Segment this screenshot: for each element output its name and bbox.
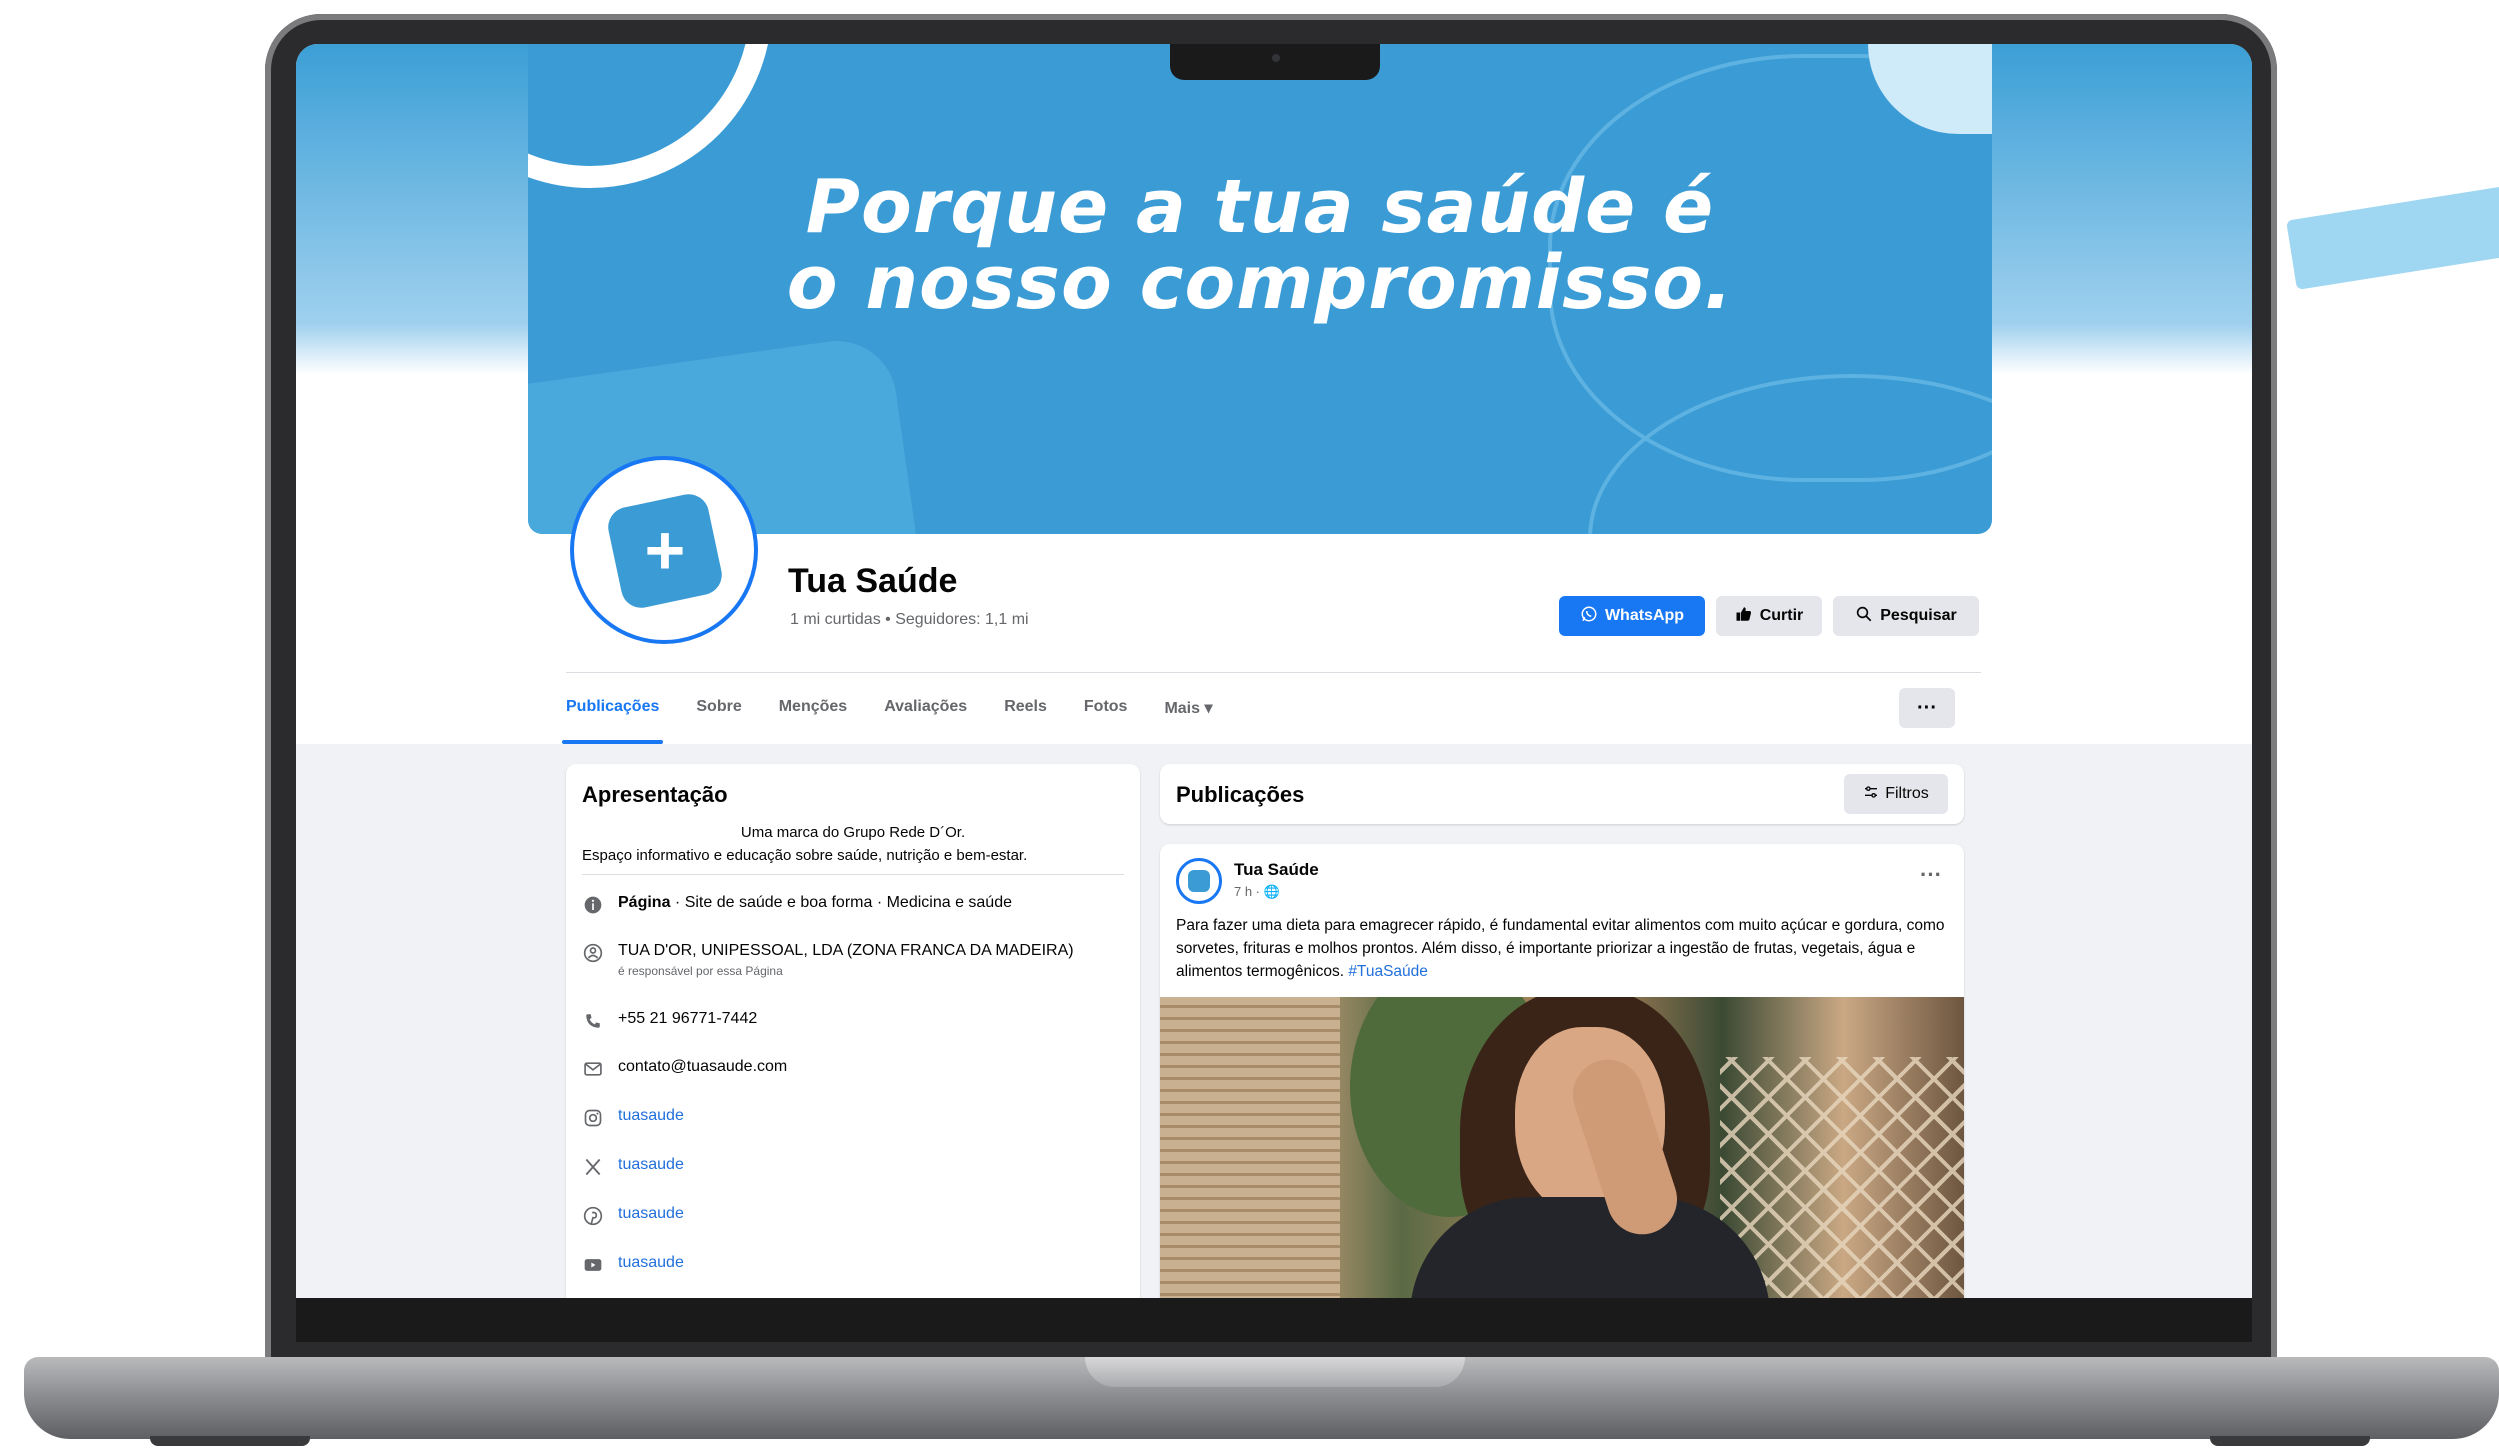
responsible-person-icon bbox=[582, 942, 604, 964]
whatsapp-button-label: WhatsApp bbox=[1604, 607, 1685, 624]
cover-headline-line1: Porque a tua saúde é bbox=[805, 164, 1715, 250]
post-hashtag-link[interactable]: #TuaSaúde bbox=[1348, 963, 1428, 980]
info-phone: +55 21 96771-7442 bbox=[618, 1010, 758, 1027]
post-photo[interactable] bbox=[1160, 997, 1964, 1298]
intro-divider bbox=[582, 874, 1124, 875]
filters-button[interactable]: Filtros bbox=[1844, 774, 1948, 814]
post-author-avatar[interactable] bbox=[1176, 858, 1222, 904]
camera-icon bbox=[1272, 54, 1280, 62]
post-text: Para fazer uma dieta para emagrecer rápi… bbox=[1176, 914, 1948, 983]
whatsapp-button[interactable]: WhatsApp bbox=[1559, 596, 1705, 636]
screen-bottom-bezel bbox=[296, 1298, 2252, 1342]
cover-headline-line2: o nosso compromisso. bbox=[786, 240, 1734, 326]
pinterest-icon bbox=[582, 1205, 604, 1227]
intro-card: Apresentação Uma marca do Grupo Rede D´O… bbox=[566, 764, 1140, 1298]
post-options-button[interactable]: ··· bbox=[1920, 862, 1942, 888]
more-options-button[interactable]: ··· bbox=[1899, 688, 1955, 728]
info-pinterest-link: tuasaude bbox=[618, 1205, 684, 1222]
info-row-email[interactable]: contato@tuasaude.com bbox=[582, 1058, 787, 1080]
filters-button-label: Filtros bbox=[1885, 785, 1929, 802]
info-icon bbox=[582, 894, 604, 916]
email-icon bbox=[582, 1058, 604, 1080]
info-row-pinterest[interactable]: tuasaude bbox=[582, 1205, 684, 1227]
info-row-phone[interactable]: +55 21 96771-7442 bbox=[582, 1010, 757, 1032]
info-company: TUA D'OR, UNIPESSOAL, LDA (ZONA FRANCA D… bbox=[618, 942, 1074, 959]
info-x-link: tuasaude bbox=[618, 1156, 684, 1173]
camera-notch bbox=[1170, 44, 1380, 80]
post-card: Tua Saúde 7 h · 🌐 ··· Para fazer uma die… bbox=[1160, 844, 1964, 1298]
info-company-sub: é responsável por essa Página bbox=[618, 964, 783, 978]
tab-avaliacoes[interactable]: Avaliações bbox=[884, 694, 967, 740]
info-youtube-link: tuasaude bbox=[618, 1254, 684, 1271]
phone-icon bbox=[582, 1010, 604, 1032]
like-button-label: Curtir bbox=[1759, 607, 1804, 624]
x-logo-icon bbox=[582, 1156, 604, 1178]
laptop-foot-left bbox=[150, 1436, 310, 1446]
post-body: Para fazer uma dieta para emagrecer rápi… bbox=[1176, 917, 1945, 980]
laptop-opening-notch bbox=[1085, 1357, 1465, 1387]
avatar-logo-tile: + bbox=[604, 490, 726, 612]
screen: Porque a tua saúde é o nosso compromisso… bbox=[296, 44, 2252, 1298]
tab-fotos[interactable]: Fotos bbox=[1084, 694, 1128, 740]
plus-icon: + bbox=[644, 511, 686, 589]
filter-sliders-icon bbox=[1863, 784, 1879, 805]
info-row-instagram[interactable]: tuasaude bbox=[582, 1107, 684, 1129]
page-title[interactable]: Tua Saúde bbox=[788, 562, 957, 601]
tab-mencoes[interactable]: Menções bbox=[779, 694, 847, 740]
avatar-logo-tile bbox=[1188, 870, 1210, 892]
info-instagram-link: tuasaude bbox=[618, 1107, 684, 1124]
tab-reels[interactable]: Reels bbox=[1004, 694, 1047, 740]
search-button[interactable]: Pesquisar bbox=[1833, 596, 1979, 636]
info-row-x[interactable]: tuasaude bbox=[582, 1156, 684, 1178]
post-timestamp[interactable]: 7 h · 🌐 bbox=[1234, 884, 1280, 900]
tab-mais[interactable]: Mais ▾ bbox=[1164, 694, 1212, 740]
intro-title: Apresentação bbox=[582, 782, 728, 807]
profile-tabs: Publicações Sobre Menções Avaliações Ree… bbox=[561, 694, 1213, 744]
decorative-stroke bbox=[2286, 180, 2499, 290]
laptop-foot-right bbox=[2210, 1436, 2370, 1446]
search-button-label: Pesquisar bbox=[1880, 607, 1957, 624]
post-author[interactable]: Tua Saúde bbox=[1234, 860, 1319, 880]
posts-header-card: Publicações Filtros bbox=[1160, 764, 1964, 824]
tab-sobre[interactable]: Sobre bbox=[696, 694, 741, 740]
info-row-company: TUA D'OR, UNIPESSOAL, LDA (ZONA FRANCA D… bbox=[582, 942, 1074, 978]
header-divider bbox=[566, 672, 1981, 673]
cover-photo[interactable]: Porque a tua saúde é o nosso compromisso… bbox=[528, 44, 1992, 534]
thumbs-up-icon bbox=[1735, 605, 1753, 628]
info-page-label: Página bbox=[618, 894, 671, 911]
profile-avatar[interactable]: + bbox=[570, 456, 758, 644]
photo-background bbox=[1160, 997, 1340, 1298]
page-stats[interactable]: 1 mi curtidas • Seguidores: 1,1 mi bbox=[790, 611, 1029, 629]
posts-title: Publicações bbox=[1176, 782, 1305, 807]
info-email: contato@tuasaude.com bbox=[618, 1058, 788, 1075]
info-row-page: Página · Site de saúde e boa forma · Med… bbox=[582, 894, 1012, 916]
info-page-category: · Site de saúde e boa forma · Medicina e… bbox=[670, 894, 1012, 911]
youtube-icon bbox=[582, 1254, 604, 1276]
tab-publicacoes[interactable]: Publicações bbox=[561, 694, 664, 744]
intro-bio-line2: Espaço informativo e educação sobre saúd… bbox=[582, 847, 1028, 864]
info-row-youtube[interactable]: tuasaude bbox=[582, 1254, 684, 1276]
instagram-icon bbox=[582, 1107, 604, 1129]
like-button[interactable]: Curtir bbox=[1716, 596, 1822, 636]
search-icon bbox=[1855, 605, 1873, 628]
whatsapp-icon bbox=[1580, 605, 1598, 628]
intro-bio-line1: Uma marca do Grupo Rede D´Or. bbox=[740, 824, 966, 841]
